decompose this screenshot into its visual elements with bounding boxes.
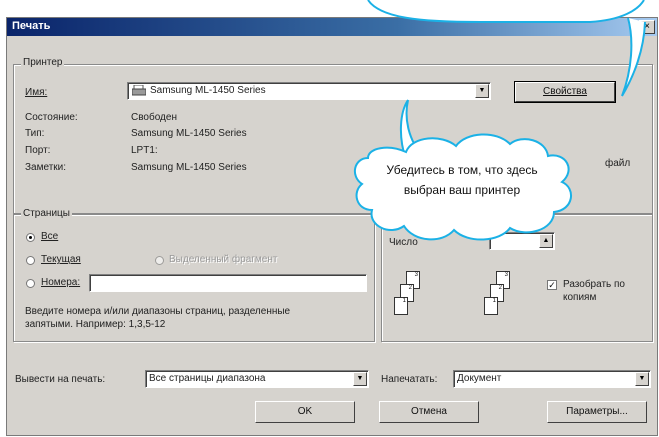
- status-value: Свободен: [131, 112, 177, 123]
- comment-value: Samsung ML-1450 Series: [131, 162, 247, 173]
- radio-selection: [155, 256, 164, 265]
- port-value: LPT1:: [131, 145, 158, 156]
- page-range-hint: Введите номера и/или диапазоны страниц, …: [25, 306, 291, 330]
- callout-bubble: Убедитесь в том, что здесь выбран ваш пр…: [350, 96, 580, 254]
- all-pages-label[interactable]: Все: [41, 231, 58, 242]
- page-numbers-input[interactable]: [89, 274, 367, 292]
- current-page-label[interactable]: Текущая: [41, 254, 81, 265]
- radio-page-numbers[interactable]: [26, 279, 35, 288]
- ok-button[interactable]: OK: [255, 401, 355, 423]
- print-to-file-label[interactable]: файл: [605, 158, 630, 169]
- print-range-value: Все страницы диапазона: [149, 373, 266, 384]
- pages-legend: Страницы: [21, 208, 72, 219]
- top-callout: [360, 0, 659, 110]
- page-icon: 1: [394, 297, 408, 315]
- selection-label: Выделенный фрагмент: [169, 254, 278, 265]
- chevron-down-icon[interactable]: ▼: [353, 372, 367, 386]
- comment-label: Заметки:: [25, 162, 67, 173]
- options-button[interactable]: Параметры...: [547, 401, 647, 423]
- page-icon: 1: [484, 297, 498, 315]
- radio-all-pages[interactable]: [26, 233, 35, 242]
- print-what-value: Документ: [457, 373, 502, 384]
- printer-legend: Принтер: [21, 57, 65, 68]
- collate-label[interactable]: Разобрать по копиям: [563, 278, 645, 304]
- printer-name-value: Samsung ML-1450 Series: [150, 85, 266, 96]
- dialog-title: Печать: [12, 20, 51, 32]
- status-label: Состояние:: [25, 112, 78, 123]
- print-what-select[interactable]: Документ ▼: [453, 370, 651, 388]
- callout-text: Убедитесь в том, что здесь выбран ваш пр…: [386, 163, 538, 197]
- chevron-down-icon[interactable]: ▼: [635, 372, 649, 386]
- port-label: Порт:: [25, 145, 51, 156]
- print-range-select[interactable]: Все страницы диапазона ▼: [145, 370, 369, 388]
- type-value: Samsung ML-1450 Series: [131, 128, 247, 139]
- collate-checkbox[interactable]: ✓: [547, 280, 557, 290]
- printer-name-label: Имя:: [25, 87, 48, 98]
- radio-current-page[interactable]: [26, 256, 35, 265]
- type-label: Тип:: [25, 128, 45, 139]
- print-what-label: Напечатать:: [381, 374, 438, 385]
- page-numbers-label[interactable]: Номера:: [41, 277, 80, 288]
- printer-icon: [131, 84, 147, 96]
- cancel-button[interactable]: Отмена: [379, 401, 479, 423]
- print-what-range-label: Вывести на печать:: [15, 374, 106, 385]
